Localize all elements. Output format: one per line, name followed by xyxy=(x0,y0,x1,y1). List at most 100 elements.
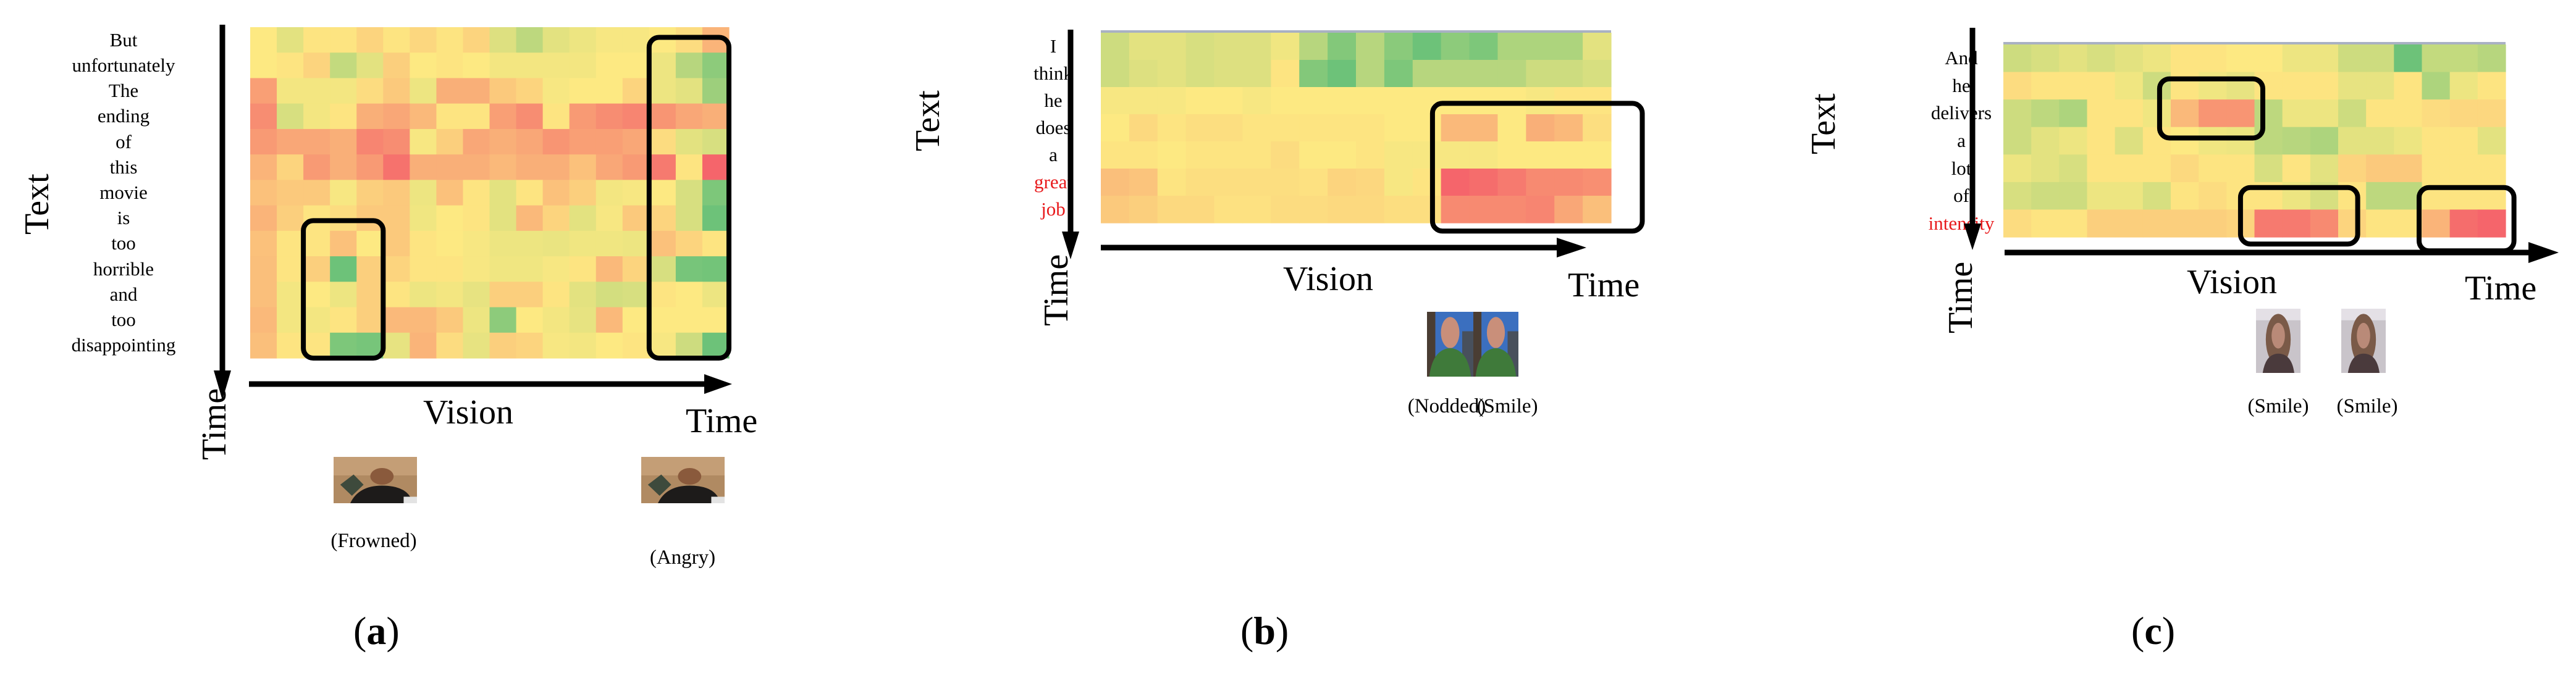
heatmap-cell xyxy=(1356,169,1385,196)
heatmap-cell xyxy=(516,256,544,282)
heatmap-cell xyxy=(303,307,330,333)
heatmap-cell xyxy=(1157,60,1187,88)
heatmap-cell xyxy=(436,103,464,130)
heatmap-cell xyxy=(622,282,650,308)
heatmap-cell xyxy=(2477,99,2506,128)
heatmap-cell xyxy=(649,52,676,79)
heatmap-cell xyxy=(1242,33,1271,61)
heatmap-cell xyxy=(2142,72,2171,100)
heatmap-cell xyxy=(1101,33,1130,61)
heatmap-cell xyxy=(596,103,623,130)
heatmap-cell xyxy=(1101,141,1130,169)
heatmap-cell xyxy=(2031,209,2060,238)
heatmap-cell xyxy=(569,52,597,79)
heatmap-cell xyxy=(2003,127,2032,155)
heatmap-cell xyxy=(1469,141,1499,169)
heatmap-cell xyxy=(250,307,277,333)
heatmap-cell xyxy=(1214,141,1244,169)
heatmap-cell xyxy=(1271,141,1300,169)
heatmap-cell xyxy=(2477,44,2506,73)
heatmap-cell xyxy=(2087,44,2116,73)
heatmap-cell xyxy=(303,230,330,257)
heatmap-cell xyxy=(2199,99,2227,128)
heatmap-cell xyxy=(542,154,570,180)
heatmap-cell xyxy=(702,52,730,79)
heatmap-cell xyxy=(1157,33,1187,61)
heatmap-cell xyxy=(2115,99,2144,128)
heatmap-cell xyxy=(2394,154,2423,183)
heatmap-cell xyxy=(2142,127,2171,155)
heatmap-cell xyxy=(1497,60,1526,88)
heatmap-cell xyxy=(675,230,703,257)
heatmap-cell xyxy=(2059,154,2088,183)
heatmap-cell xyxy=(2171,209,2199,238)
heatmap-cell xyxy=(1185,196,1215,224)
heatmap-cell xyxy=(2310,154,2339,183)
heatmap-cell xyxy=(277,78,304,104)
heatmap-cell xyxy=(622,180,650,206)
heatmap-cell xyxy=(1583,87,1612,115)
heatmap-cell xyxy=(463,180,490,206)
heatmap-cell xyxy=(1271,60,1300,88)
heatmap-cell xyxy=(330,128,357,155)
heatmap-cell xyxy=(463,230,490,257)
frame-caption: (Smile) xyxy=(2247,395,2309,417)
heatmap-cell xyxy=(596,52,623,79)
heatmap-cell xyxy=(1412,114,1442,142)
heatmap-cell xyxy=(516,230,544,257)
heatmap-cell xyxy=(410,52,437,79)
heatmap-cell xyxy=(2003,154,2032,183)
heatmap-cell xyxy=(2171,99,2199,128)
heatmap-cell xyxy=(2059,44,2088,73)
heatmap-cell xyxy=(569,128,597,155)
heatmap-cell xyxy=(1583,60,1612,88)
heatmap-cell xyxy=(2310,72,2339,100)
heatmap-cell xyxy=(250,256,277,282)
heatmap-cell xyxy=(2003,72,2032,100)
heatmap-cell xyxy=(463,205,490,232)
heatmap-cell xyxy=(1554,33,1583,61)
heatmap-cell xyxy=(1356,33,1385,61)
heatmap-cell xyxy=(1129,114,1158,142)
heatmap-cell xyxy=(596,282,623,308)
heatmap-cell xyxy=(1101,169,1130,196)
heatmap-cell xyxy=(2422,127,2451,155)
heatmap-cell xyxy=(1441,141,1470,169)
heatmap-cell xyxy=(675,256,703,282)
heatmap-cell xyxy=(2310,127,2339,155)
heatmap-cell xyxy=(2338,44,2367,73)
heatmap-cell xyxy=(330,307,357,333)
heatmap-cell xyxy=(277,332,304,359)
heatmap-cell xyxy=(489,103,517,130)
heatmap-cell xyxy=(2087,99,2116,128)
heatmap-cell xyxy=(516,52,544,79)
heatmap-cell xyxy=(1469,196,1499,224)
subfigure-label: (a) xyxy=(353,609,400,653)
heatmap-cell xyxy=(1384,169,1413,196)
heatmap-cell xyxy=(489,282,517,308)
heatmap-cell xyxy=(596,154,623,180)
heatmap-cell xyxy=(1583,169,1612,196)
heatmap-cell xyxy=(436,307,464,333)
heatmap-cell xyxy=(356,78,384,104)
heatmap-cell xyxy=(1129,196,1158,224)
panel-a: Text But unfortunately The ending of this movi… xyxy=(0,0,859,673)
heatmap-cell xyxy=(463,307,490,333)
heatmap-cell xyxy=(2199,209,2227,238)
heatmap-cell xyxy=(649,154,676,180)
heatmap-cell xyxy=(1129,33,1158,61)
x-axis-time-label: Time xyxy=(2465,269,2537,307)
heatmap-cell xyxy=(2282,44,2311,73)
heatmap-cell xyxy=(1214,33,1244,61)
heatmap-cell xyxy=(277,307,304,333)
heatmap-cell xyxy=(356,154,384,180)
subfigure-letter: b xyxy=(1253,609,1276,653)
heatmap-cell xyxy=(1441,87,1470,115)
heatmap-cell xyxy=(2366,72,2394,100)
heatmap-cell xyxy=(1412,60,1442,88)
heatmap-cell xyxy=(1157,196,1187,224)
heatmap-cell xyxy=(675,27,703,53)
heatmap xyxy=(2003,42,2517,254)
heatmap-cell xyxy=(569,103,597,130)
heatmap-cell xyxy=(277,27,304,53)
